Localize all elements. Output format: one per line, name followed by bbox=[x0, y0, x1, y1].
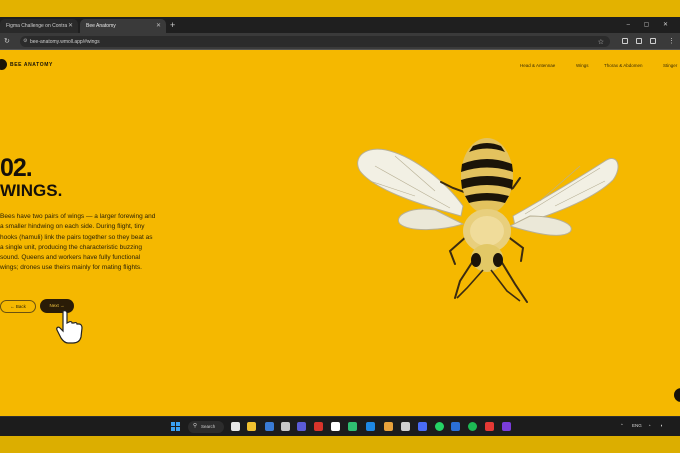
description-line: a smaller hindwing on each side. During … bbox=[0, 223, 145, 231]
tab-figma-challenge[interactable]: Figma Challenge on Contra ✕ bbox=[0, 19, 78, 33]
tab-label: Bee Anatomy bbox=[86, 23, 116, 29]
spotify-icon[interactable] bbox=[468, 422, 477, 431]
widgets-icon[interactable] bbox=[247, 422, 256, 431]
language-indicator[interactable]: ENG bbox=[632, 423, 642, 428]
tab-label: Figma Challenge on Contra bbox=[6, 23, 68, 29]
screen-frame-top bbox=[0, 0, 680, 17]
taskbar-search[interactable]: ⚲ Search bbox=[188, 421, 224, 433]
store-icon[interactable] bbox=[314, 422, 323, 431]
description-line: wings; drones use theirs mainly for mati… bbox=[0, 264, 142, 272]
whatsapp-icon[interactable] bbox=[435, 422, 444, 431]
edge-icon[interactable] bbox=[265, 422, 274, 431]
terminal-icon[interactable] bbox=[281, 422, 290, 431]
nav-thorax-abdomen[interactable]: Thorax & Abdomen bbox=[604, 63, 643, 68]
extension-icon[interactable] bbox=[636, 38, 642, 44]
address-bar-row: ↻ ⚙ bee-anatomy.wmoll.app/#wings ☆ ⋮ bbox=[0, 33, 680, 50]
nav-wings[interactable]: Wings bbox=[576, 63, 589, 68]
wifi-icon[interactable]: ◔ bbox=[648, 423, 651, 428]
teams-icon[interactable] bbox=[418, 422, 427, 431]
section-number: 02. bbox=[0, 154, 33, 182]
file-explorer-icon[interactable] bbox=[231, 422, 240, 431]
nav-head-antennae[interactable]: Head & Antennae bbox=[520, 63, 555, 68]
hand-cursor-icon bbox=[56, 310, 83, 344]
search-label: Search bbox=[201, 424, 216, 429]
section-title: WINGS. bbox=[0, 181, 63, 200]
search-icon: ⚲ bbox=[193, 423, 198, 429]
description-line: hooks (hamuli) link the pairs together s… bbox=[0, 233, 153, 241]
app2-icon[interactable] bbox=[451, 422, 460, 431]
bee-illustration bbox=[357, 138, 619, 303]
menu-icon[interactable]: ⋮ bbox=[668, 37, 675, 46]
app-icon[interactable] bbox=[297, 422, 306, 431]
nav-stinger[interactable]: Stinger bbox=[663, 63, 677, 68]
extension-icon[interactable] bbox=[650, 38, 656, 44]
new-tab-button[interactable]: + bbox=[170, 20, 175, 30]
back-button[interactable]: ← Back bbox=[0, 300, 36, 313]
notes-icon[interactable] bbox=[348, 422, 357, 431]
windows-taskbar: ⚲ Search ⌃ ENG ◔ ◖ bbox=[0, 416, 680, 436]
logo-icon[interactable] bbox=[0, 59, 7, 70]
chrome-alt-icon[interactable] bbox=[384, 422, 393, 431]
photos-icon[interactable] bbox=[401, 422, 410, 431]
close-tab-icon[interactable]: ✕ bbox=[68, 22, 73, 29]
volume-icon[interactable]: ◖ bbox=[660, 423, 663, 428]
description-line: sound. Queens and workers have fully fun… bbox=[0, 254, 141, 262]
screen-frame-bottom bbox=[0, 436, 680, 453]
close-tab-icon[interactable]: ✕ bbox=[156, 22, 161, 29]
chrome-icon[interactable] bbox=[331, 422, 340, 431]
tray-up-icon[interactable]: ⌃ bbox=[620, 423, 624, 429]
app3-icon[interactable] bbox=[485, 422, 494, 431]
browser-tab-bar: Figma Challenge on Contra ✕ Bee Anatomy … bbox=[0, 17, 680, 33]
app4-icon[interactable] bbox=[502, 422, 511, 431]
section-description: Bees have two pairs of wings — a larger … bbox=[0, 212, 182, 274]
tab-bee-anatomy[interactable]: Bee Anatomy ✕ bbox=[80, 19, 166, 33]
description-line: a single unit, producing the characteris… bbox=[0, 243, 142, 251]
description-line: Bees have two pairs of wings — a larger … bbox=[0, 213, 156, 220]
start-icon[interactable] bbox=[171, 422, 181, 432]
extension-icon[interactable] bbox=[622, 38, 628, 44]
site-info-icon[interactable]: ⚙ bbox=[23, 38, 27, 44]
scroll-button[interactable] bbox=[674, 388, 680, 402]
web-page: BEE ANATOMY Head & Antennae Wings Thorax… bbox=[0, 50, 680, 416]
bookmark-star-icon[interactable]: ☆ bbox=[598, 38, 604, 46]
brand-name[interactable]: BEE ANATOMY bbox=[10, 62, 53, 68]
url-text: bee-anatomy.wmoll.app/#wings bbox=[30, 39, 100, 45]
window-controls[interactable]: – ▢ ✕ bbox=[627, 21, 674, 28]
vscode-icon[interactable] bbox=[366, 422, 375, 431]
reload-icon[interactable]: ↻ bbox=[4, 37, 10, 46]
url-field[interactable]: ⚙ bee-anatomy.wmoll.app/#wings ☆ bbox=[20, 36, 610, 47]
